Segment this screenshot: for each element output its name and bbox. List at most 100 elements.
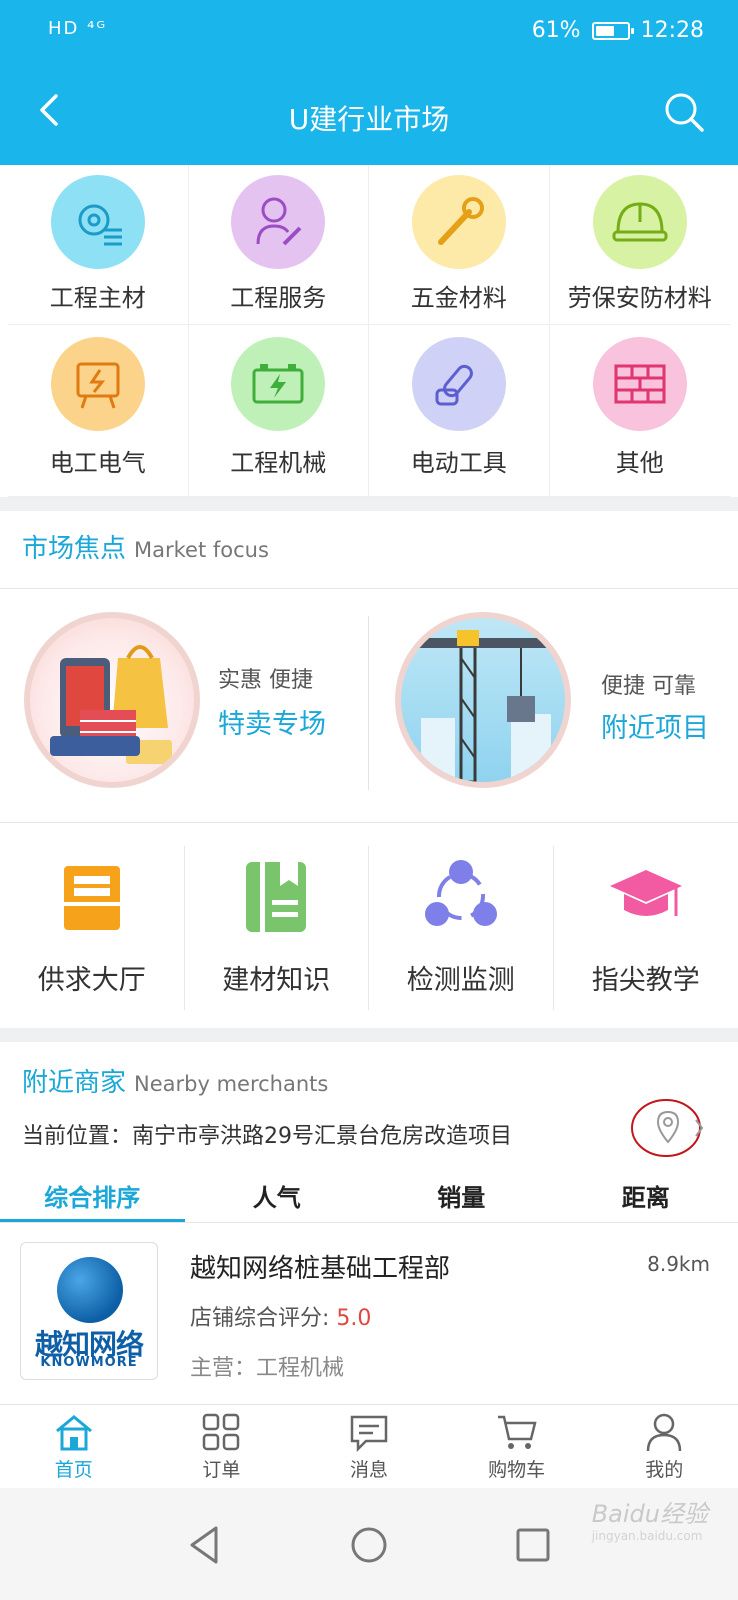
shopping-illustration xyxy=(24,612,200,788)
category-item[interactable]: 其他 xyxy=(549,325,730,497)
category-label: 劳保安防材料 xyxy=(567,284,712,312)
nav-label: 我的 xyxy=(645,1459,684,1481)
bricks-icon xyxy=(592,337,687,431)
system-recents-icon[interactable] xyxy=(508,1520,558,1570)
merchant-logo: 越知网络 KNOWMORE xyxy=(20,1242,158,1380)
services-row: 供求大厅 建材知识 检测监测 指尖教学 xyxy=(0,838,738,1018)
page-title: U建行业市场 xyxy=(288,103,450,136)
bottom-nav: 首页 订单 消息 购物车 我的 xyxy=(0,1404,738,1488)
network-status: HD ⁴ᴳ xyxy=(48,18,108,39)
merchant-card[interactable]: 越知网络 KNOWMORE 越知网络桩基础工程部 8.9km 店铺综合评分: 5… xyxy=(0,1228,738,1400)
section-gap xyxy=(0,1028,738,1042)
nav-cart[interactable]: 购物车 xyxy=(443,1405,591,1488)
category-item[interactable]: 工程机械 xyxy=(188,325,369,497)
sort-tabs: 综合排序 人气 销量 距离 xyxy=(0,1170,738,1222)
merchant-logo-en: KNOWMORE xyxy=(40,1355,138,1370)
top-bar: HD ⁴ᴳ 61% 12:28 U建行业市场 xyxy=(0,0,738,165)
nearby-title-en: Nearby merchants xyxy=(134,1072,329,1096)
person-icon xyxy=(646,1413,682,1452)
battery-percent: 61% xyxy=(531,18,581,43)
electric-panel-icon xyxy=(50,337,145,431)
category-item[interactable]: 五金材料 xyxy=(369,165,550,325)
merchant-name: 越知网络桩基础工程部 xyxy=(190,1254,451,1284)
category-item[interactable]: 电工电气 xyxy=(8,325,189,497)
nav-messages[interactable]: 消息 xyxy=(295,1405,443,1488)
nav-label: 消息 xyxy=(349,1459,388,1481)
tab-distance[interactable]: 距离 xyxy=(554,1170,738,1222)
merchant-logo-mark xyxy=(57,1257,123,1323)
service-item[interactable]: 供求大厅 xyxy=(0,846,185,1010)
grid-icon xyxy=(203,1413,240,1451)
tab-sales[interactable]: 销量 xyxy=(369,1170,554,1222)
category-item[interactable]: 电动工具 xyxy=(369,325,550,497)
focus-card-nearby[interactable]: 便捷 可靠 附近项目 xyxy=(369,590,738,812)
network-icon xyxy=(424,860,497,926)
service-item[interactable]: 检测监测 xyxy=(369,846,554,1010)
merchant-main-business: 主营：工程机械 xyxy=(190,1356,345,1381)
service-label: 供求大厅 xyxy=(37,965,146,996)
clock: 12:28 xyxy=(640,18,704,43)
tab-composite-sort[interactable]: 综合排序 xyxy=(0,1170,185,1222)
divider xyxy=(0,822,738,823)
service-label: 指尖教学 xyxy=(591,965,700,996)
service-item[interactable]: 建材知识 xyxy=(185,846,369,1010)
category-item[interactable]: 劳保安防材料 xyxy=(549,165,730,325)
category-grid: 工程主材 工程服务 五金材料 劳保安防材料 电工电气 工程机械 电动工具 其他 xyxy=(8,165,730,497)
home-icon xyxy=(55,1415,92,1451)
focus-card-sub: 便捷 可靠 xyxy=(601,674,696,699)
worker-wrench-icon xyxy=(231,175,326,269)
category-label: 电动工具 xyxy=(410,449,507,477)
crane-illustration xyxy=(395,612,571,788)
divider xyxy=(0,1222,738,1223)
status-right: 61% 12:28 xyxy=(532,18,704,43)
market-focus-title-en: Market focus xyxy=(134,538,269,562)
current-location: 当前位置：南宁市亭洪路29号汇景台危房改造项目 xyxy=(22,1124,512,1149)
focus-card-main: 附近项目 xyxy=(601,713,709,744)
message-icon xyxy=(350,1415,388,1453)
system-home-icon[interactable] xyxy=(344,1520,394,1570)
nav-label: 首页 xyxy=(54,1459,93,1481)
status-bar: HD ⁴ᴳ 61% 12:28 xyxy=(0,0,738,64)
nav-orders[interactable]: 订单 xyxy=(148,1405,296,1488)
search-icon[interactable] xyxy=(662,90,706,134)
merchant-rating: 店铺综合评分: 5.0 xyxy=(190,1300,371,1332)
category-label: 其他 xyxy=(615,449,664,477)
category-item[interactable]: 工程主材 xyxy=(8,165,189,325)
graduation-cap-icon xyxy=(609,870,682,916)
cart-icon xyxy=(497,1415,537,1449)
tab-popularity[interactable]: 人气 xyxy=(185,1170,370,1222)
helmet-icon xyxy=(592,175,687,269)
rating-score: 5.0 xyxy=(336,1306,372,1331)
category-label: 五金材料 xyxy=(410,284,507,312)
watermark-url: jingyan.baidu.com xyxy=(591,1529,703,1543)
hall-icon xyxy=(63,866,120,930)
book-icon xyxy=(246,862,307,932)
nav-label: 购物车 xyxy=(488,1459,546,1481)
market-focus-cards: 实惠 便捷 特卖专场 便捷 可靠 附近项目 xyxy=(0,590,738,812)
nav-me[interactable]: 我的 xyxy=(590,1405,738,1488)
nav-home[interactable]: 首页 xyxy=(0,1405,148,1488)
wrench-icon xyxy=(411,175,506,269)
service-item[interactable]: 指尖教学 xyxy=(554,846,738,1010)
category-item[interactable]: 工程服务 xyxy=(188,165,369,325)
service-label: 检测监测 xyxy=(406,965,515,996)
nav-bar: U建行业市场 xyxy=(0,80,738,150)
focus-card-main: 特卖专场 xyxy=(218,709,326,740)
category-label: 工程服务 xyxy=(230,284,327,312)
nav-label: 订单 xyxy=(202,1459,241,1481)
rating-label: 店铺综合评分: xyxy=(190,1306,337,1331)
location-pin-icon[interactable] xyxy=(628,1098,708,1158)
focus-card-sub: 实惠 便捷 xyxy=(218,668,313,693)
service-label: 建材知识 xyxy=(222,965,331,996)
market-focus-title-cn: 市场焦点 xyxy=(22,534,127,564)
divider xyxy=(0,588,738,589)
battery-icon xyxy=(231,337,326,431)
section-gap xyxy=(0,497,738,511)
focus-card-sale[interactable]: 实惠 便捷 特卖专场 xyxy=(0,590,368,812)
category-label: 工程主材 xyxy=(49,284,146,312)
system-back-icon[interactable] xyxy=(180,1520,230,1570)
chainsaw-icon xyxy=(411,337,506,431)
watermark: Baidu经验 jingyan.baidu.com xyxy=(592,1494,708,1543)
watermark-text: Baidu经验 xyxy=(591,1500,708,1528)
gear-list-icon xyxy=(50,175,145,269)
